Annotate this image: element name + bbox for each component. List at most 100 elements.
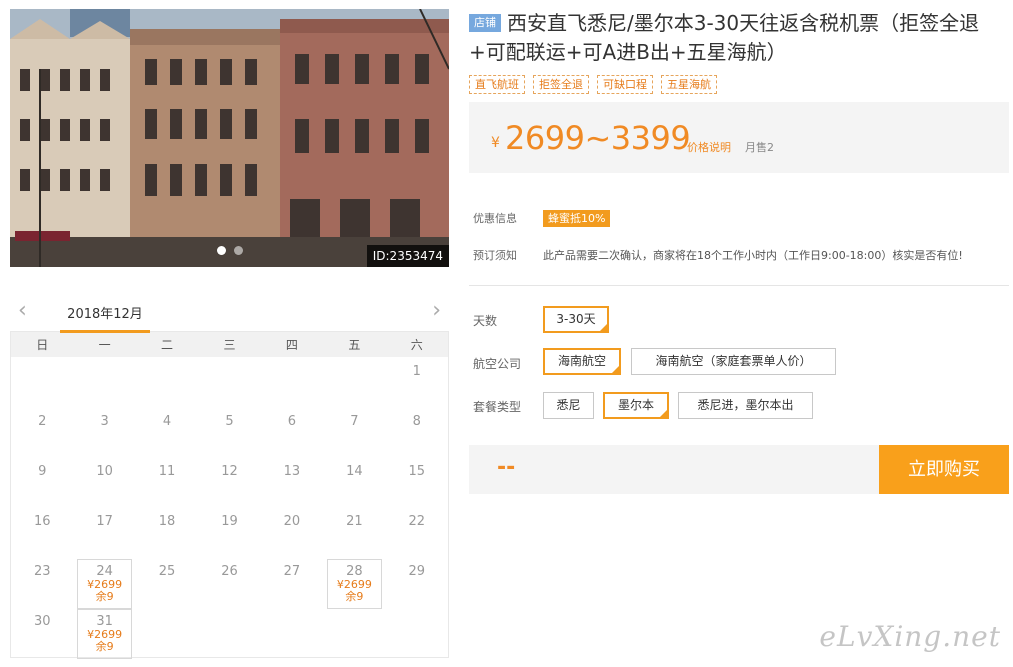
calendar-day-number: 18 (158, 514, 176, 529)
calendar-day: 9 (11, 457, 73, 507)
calendar-days: 1 2 3 4 5 6 7 8 9 10 11 12 13 14 15 16 17 18 19 20 21 22 23 24 ¥… (10, 357, 449, 659)
calendar-month-tab[interactable]: 2018年12月 (60, 303, 150, 333)
chevron-right-icon[interactable]: › (432, 300, 441, 322)
calendar-day: 5 (198, 407, 260, 457)
feature-tags: 直飞航班 拒签全退 可缺口程 五星海航 (469, 75, 1009, 94)
calendar-day: 3 (73, 407, 135, 457)
calendar-day-number: 22 (408, 514, 426, 529)
calendar-day-number: 26 (221, 564, 238, 579)
calendar-day[interactable]: 24 ¥2699 余9 (73, 557, 135, 609)
carousel-dot[interactable] (233, 246, 243, 255)
calendar-day-number: 16 (33, 514, 51, 529)
calendar-day: 18 (136, 507, 198, 557)
option-package-sydney[interactable]: 悉尼 (543, 392, 594, 419)
shop-tag[interactable]: 店铺 (469, 14, 501, 32)
option-airline-hainan[interactable]: 海南航空 (543, 348, 621, 375)
calendar-day-number: 1 (412, 364, 421, 379)
option-days[interactable]: 3-30天 (543, 306, 609, 333)
calendar-day-box[interactable] (77, 559, 132, 609)
calendar-day-number: 23 (33, 564, 51, 579)
calendar-day: 20 (261, 507, 323, 557)
calendar-day-number: 13 (283, 464, 301, 479)
feature-tag: 拒签全退 (533, 75, 589, 94)
feature-tag: 可缺口程 (597, 75, 653, 94)
calendar-day-number: 11 (158, 464, 176, 479)
option-airline-hainan-family[interactable]: 海南航空（家庭套票单人价） (631, 348, 836, 375)
weekday-label: 三 (223, 338, 236, 352)
airline-label: 航空公司 (473, 357, 522, 371)
price-range: 2699~3399 (505, 119, 691, 157)
weekday-label: 二 (161, 338, 174, 352)
calendar-day: 27 (261, 557, 323, 607)
option-package-melbourne[interactable]: 墨尔本 (603, 392, 669, 419)
calendar-day[interactable]: 28 ¥2699 余9 (323, 557, 385, 609)
option-package-sydney-in-melbourne-out[interactable]: 悉尼进，墨尔本出 (678, 392, 813, 419)
calendar-empty-cell (73, 357, 135, 407)
product-detail: 店铺 西安直飞悉尼/墨尔本3-30天往返含税机票（拒签全退+可配联运+可A进B出+… (469, 9, 1009, 494)
calendar-day: 16 (11, 507, 73, 557)
building-illustration (10, 9, 449, 267)
weekday-label: 六 (410, 338, 423, 352)
calendar-day: 25 (136, 557, 198, 607)
calendar-day: 30 (11, 607, 73, 657)
promo-label: 优惠信息 (473, 212, 517, 225)
watermark: eLvXing.net (819, 620, 1001, 653)
calendar-day-number: 3 (100, 414, 109, 429)
monthly-sales: 月售2 (745, 141, 774, 154)
calendar-empty-cell (11, 357, 73, 407)
product-photo[interactable]: ID:2353474 (10, 9, 449, 267)
carousel-dot[interactable] (216, 246, 226, 255)
calendar-day: 15 (386, 457, 448, 507)
feature-tag: 直飞航班 (469, 75, 525, 94)
calendar-day: 19 (198, 507, 260, 557)
weekday-label: 五 (348, 338, 361, 352)
calendar-day-number: 7 (350, 414, 359, 429)
calendar-day: 6 (261, 407, 323, 457)
calendar-day: 2 (11, 407, 73, 457)
price-box: ¥ 2699~3399 价格说明 月售2 (469, 102, 1009, 173)
price-explain-link[interactable]: 价格说明 (687, 139, 731, 155)
chevron-left-icon[interactable]: ‹ (18, 300, 27, 322)
calendar-day-number: 21 (346, 514, 363, 529)
calendar-day-number: 20 (283, 514, 301, 529)
calendar-day-number: 17 (96, 514, 113, 529)
calendar-day-number: 4 (162, 414, 172, 429)
calendar-day-number: 27 (283, 564, 301, 579)
calendar-day-box[interactable] (327, 559, 382, 609)
calendar-day: 17 (73, 507, 135, 557)
calendar-day: 11 (136, 457, 198, 507)
calendar-day: 26 (198, 557, 260, 607)
calendar-header: ‹ 2018年12月 › (10, 297, 449, 333)
calendar-day: 29 (386, 557, 448, 607)
days-label: 天数 (473, 314, 498, 328)
calendar-day: 7 (323, 407, 385, 457)
calendar-empty-cell (198, 357, 260, 407)
calendar-empty-cell (323, 357, 385, 407)
calendar-day-number: 5 (225, 414, 234, 429)
calendar-day: 14 (323, 457, 385, 507)
calendar-day-box[interactable] (77, 609, 132, 659)
calendar-day-number: 30 (33, 614, 51, 629)
calendar-empty-cell (261, 357, 323, 407)
calendar-day: 10 (73, 457, 135, 507)
carousel-dots[interactable] (216, 246, 243, 255)
calendar-day-number: 10 (96, 464, 113, 479)
calendar-day-number: 14 (346, 464, 363, 479)
calendar-day: 12 (198, 457, 260, 507)
calendar-day: 8 (386, 407, 448, 457)
package-label: 套餐类型 (473, 400, 522, 414)
calendar-day: 4 (136, 407, 198, 457)
calendar-day: 23 (11, 557, 73, 607)
feature-tag: 五星海航 (661, 75, 717, 94)
buy-now-button[interactable]: 立即购买 (879, 445, 1009, 494)
calendar-weekdays: 日一二三四五六 (10, 331, 449, 357)
calendar-day[interactable]: 31 ¥2699 余9 (73, 607, 135, 659)
calendar-day-number: 19 (221, 514, 238, 529)
calendar-day-number: 25 (158, 564, 176, 579)
price-calendar: ‹ 2018年12月 › 日一二三四五六 1 2 3 4 5 6 7 8 9 10 11 12 13 14… (10, 297, 449, 661)
promo-row: 优惠信息 蜂蜜抵10% (473, 210, 611, 227)
divider (469, 285, 1009, 286)
weekday-label: 四 (285, 338, 298, 352)
notice-label: 预订须知 (473, 249, 517, 262)
weekday-label: 日 (36, 338, 49, 352)
